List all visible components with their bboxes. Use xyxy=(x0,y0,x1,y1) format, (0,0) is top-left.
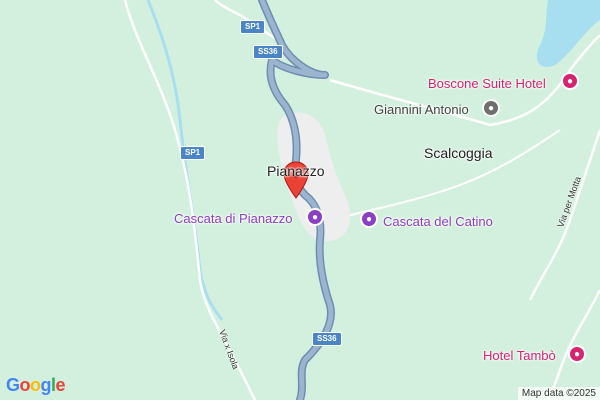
road-via-isola xyxy=(123,0,257,400)
shield-ss36-top: SS36 xyxy=(253,45,283,59)
bed-icon[interactable]: ● xyxy=(568,345,586,363)
road-scalcoggia xyxy=(329,129,561,221)
map-base-layer xyxy=(123,0,600,400)
shield-ss36-bottom: SS36 xyxy=(312,332,342,346)
poi-label-tambo[interactable]: Hotel Tambò xyxy=(483,349,556,362)
shield-sp1-left: SP1 xyxy=(180,146,206,160)
shield-sp1-top: SP1 xyxy=(240,20,266,34)
lake xyxy=(536,0,600,68)
poi-label-boscone[interactable]: Boscone Suite Hotel xyxy=(428,77,546,90)
poi-label-cascata-pianazzo[interactable]: Cascata di Pianazzo xyxy=(174,212,293,225)
camera-icon[interactable]: ● xyxy=(306,208,324,226)
poi-label-giannini[interactable]: Giannini Antonio xyxy=(374,103,469,116)
bed-icon[interactable]: ● xyxy=(561,72,579,90)
camera-icon[interactable]: ● xyxy=(360,210,378,228)
place-icon[interactable]: ● xyxy=(482,99,500,117)
poi-label-cascata-catino[interactable]: Cascata del Catino xyxy=(383,215,493,228)
place-label-pianazzo[interactable]: Pianazzo xyxy=(267,164,325,178)
map-canvas[interactable]: SP1 SS36 SP1 SS36 Via x Isola Via per Mo… xyxy=(0,0,600,400)
google-logo: Google xyxy=(6,375,66,396)
river xyxy=(146,0,224,321)
place-label-scalcoggia[interactable]: Scalcoggia xyxy=(424,146,493,160)
google-logo-text: Google xyxy=(6,375,66,395)
map-attribution[interactable]: Map data ©2025 xyxy=(517,387,600,400)
